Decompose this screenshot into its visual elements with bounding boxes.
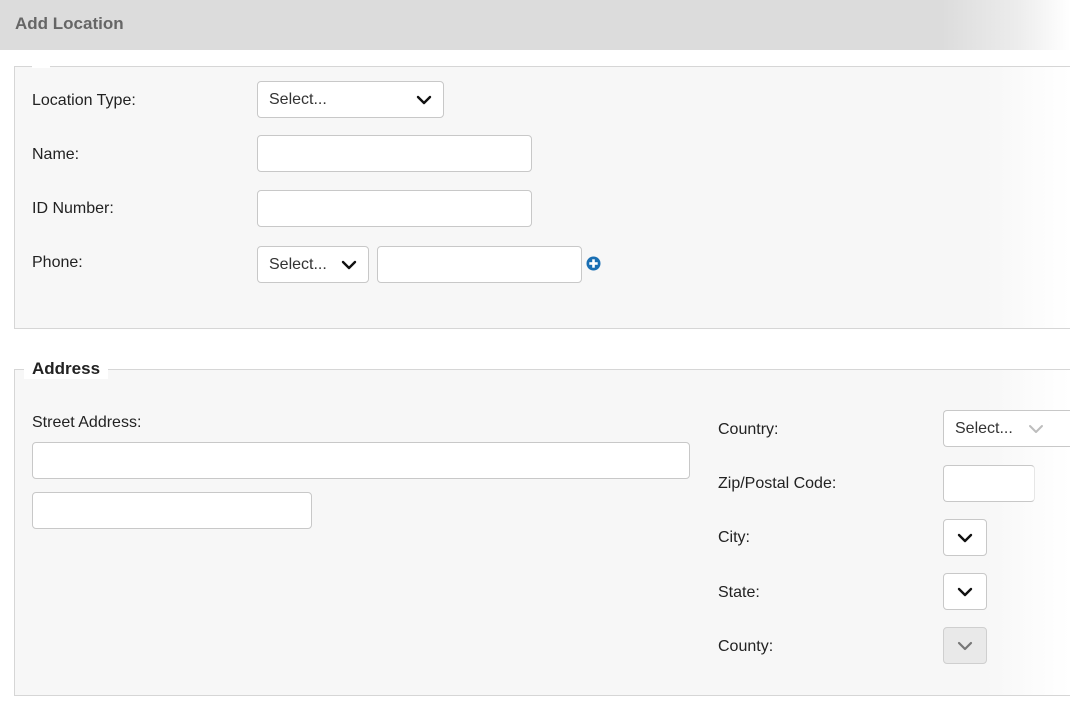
zip-postal-code-label: Zip/Postal Code: xyxy=(718,475,837,492)
phone-type-select[interactable]: Select... xyxy=(257,246,369,283)
id-number-input[interactable] xyxy=(257,190,532,227)
add-location-page: Add Location Location Type: Select... Na… xyxy=(0,0,1070,724)
chevron-down-icon xyxy=(957,532,973,544)
location-type-select[interactable]: Select... xyxy=(257,81,444,118)
county-label: County: xyxy=(718,638,774,655)
state-label: State: xyxy=(718,584,760,601)
id-number-label: ID Number: xyxy=(32,200,114,217)
name-input[interactable] xyxy=(257,135,532,172)
location-type-value: Select... xyxy=(269,91,327,108)
address-panel: Address Street Address: Country: Select.… xyxy=(14,359,1070,696)
zip-postal-code-input[interactable] xyxy=(943,465,1035,502)
city-select[interactable] xyxy=(943,519,987,556)
dialog-header: Add Location xyxy=(0,0,1070,50)
location-type-label: Location Type: xyxy=(32,92,136,109)
add-phone-plus-icon[interactable] xyxy=(586,256,601,271)
chevron-down-icon xyxy=(341,259,357,271)
address-legend: Address xyxy=(24,359,109,379)
street-address-label: Street Address: xyxy=(32,414,142,431)
country-value: Select... xyxy=(955,420,1013,437)
country-label: Country: xyxy=(718,421,779,438)
chevron-down-icon xyxy=(957,640,973,652)
phone-number-input[interactable] xyxy=(377,246,582,283)
phone-type-value: Select... xyxy=(269,256,327,273)
chevron-down-icon xyxy=(1028,423,1044,435)
street-address-line1-input[interactable] xyxy=(32,442,690,479)
panel-legend-gap xyxy=(32,66,50,68)
county-select[interactable] xyxy=(943,627,987,664)
city-label: City: xyxy=(718,529,750,546)
phone-label: Phone: xyxy=(32,254,83,271)
name-label: Name: xyxy=(32,146,80,163)
location-details-panel: Location Type: Select... Name: ID Number… xyxy=(14,66,1070,329)
chevron-down-icon xyxy=(957,586,973,598)
state-select[interactable] xyxy=(943,573,987,610)
street-address-line2-input[interactable] xyxy=(32,492,312,529)
country-select[interactable]: Select... xyxy=(943,410,1070,447)
dialog-title: Add Location xyxy=(15,14,124,33)
chevron-down-icon xyxy=(416,94,432,106)
